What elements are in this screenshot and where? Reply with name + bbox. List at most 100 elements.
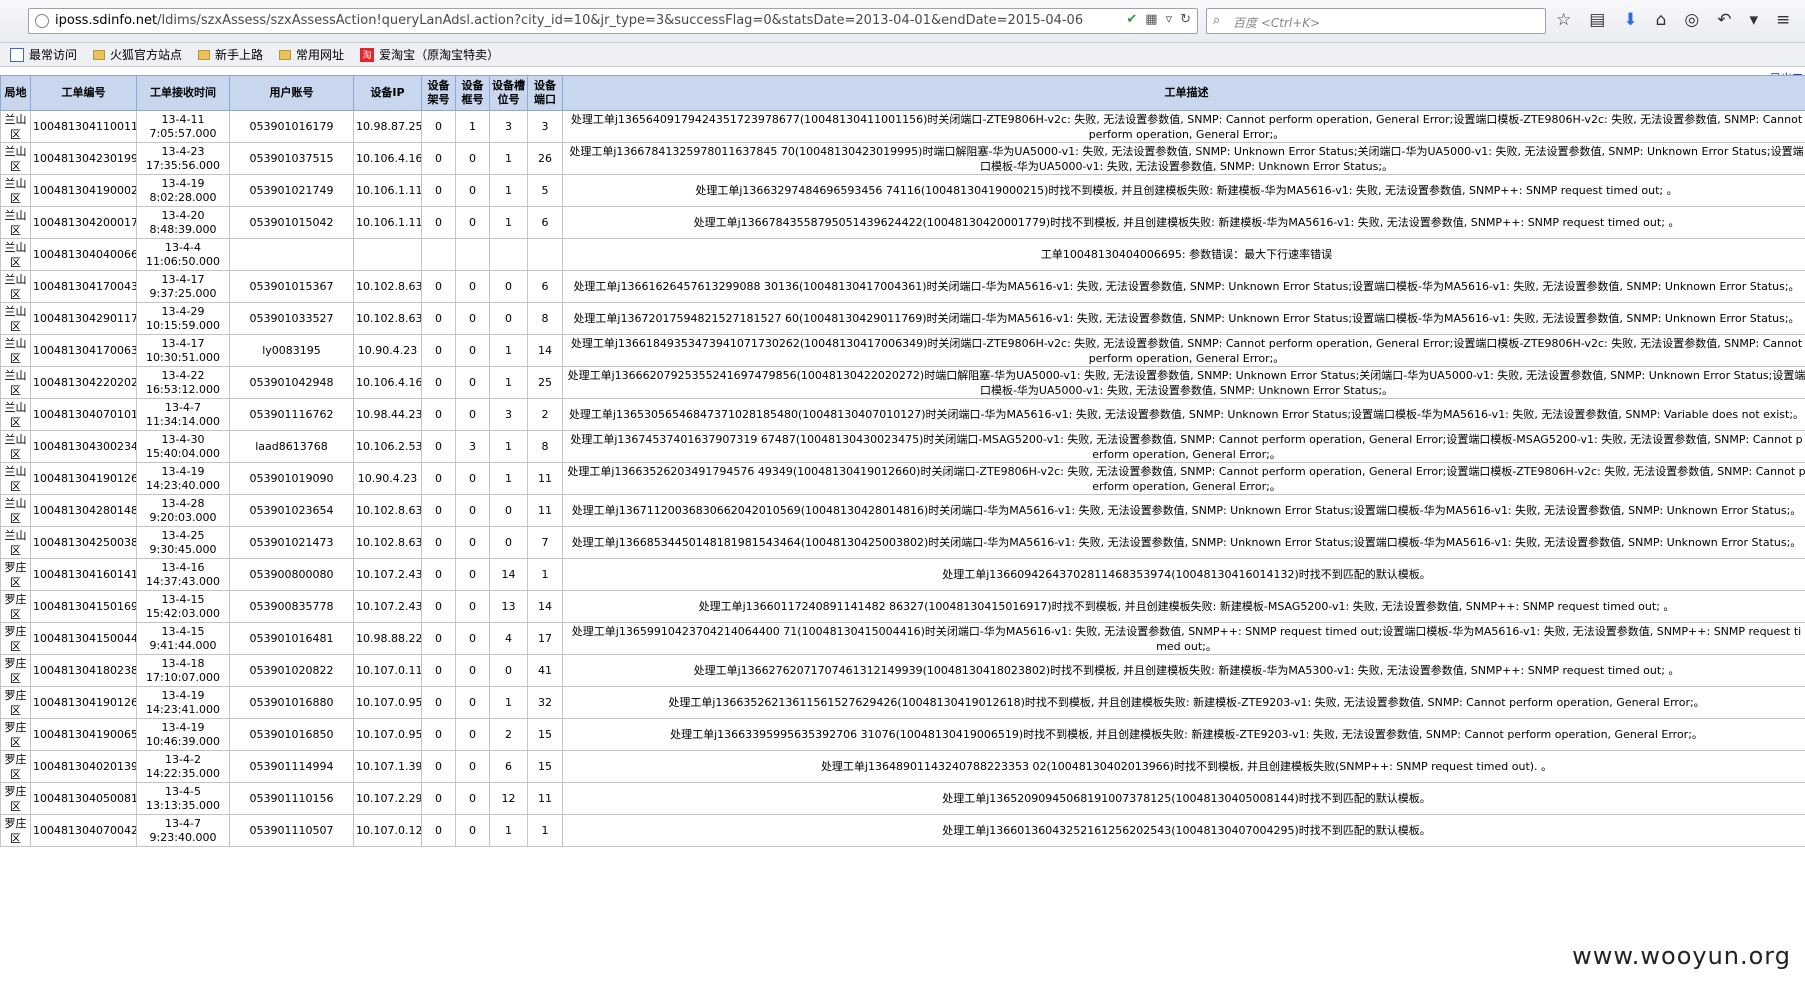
reload-icon[interactable]: ↻ — [1180, 12, 1191, 27]
cell-rack: 0 — [421, 750, 456, 783]
cell-date: 13-4-29 — [161, 304, 205, 318]
cell-clock: 17:35:56.000 — [146, 158, 220, 172]
cell-user-account: 053901033527 — [229, 302, 354, 335]
table-row: 罗庄区1004813041901261813-4-1914:23:41.0000… — [0, 686, 1805, 719]
cell-received-time: 13-4-11 7:05:57.000 — [136, 110, 230, 143]
table-row: 罗庄区1004813040500814413-4-513:13:35.00005… — [0, 782, 1805, 815]
cell-description: 处理工单j13671120036830662042010569(10048130… — [562, 494, 1805, 527]
cell-date: 13-4-20 — [161, 208, 205, 222]
cell-order-id: 10048130411001156 — [30, 110, 137, 143]
table-row: 兰山区1004813042202027213-4-2216:53:12.0000… — [0, 366, 1805, 399]
cell-description: 处理工单j13667841325978011637845 70(10048130… — [562, 142, 1805, 175]
cell-received-time: 13-4-7 9:23:40.000 — [136, 814, 230, 847]
folder-icon — [198, 49, 211, 60]
cell-description: 处理工单j13663297484696593456 74116(10048130… — [562, 174, 1805, 207]
cell-order-id: 10048130430023475 — [30, 430, 137, 463]
cell-slot: 1 — [489, 334, 528, 367]
cell-description: 处理工单j13653056546847371028185480(10048130… — [562, 398, 1805, 431]
cell-frame: 0 — [455, 750, 490, 783]
cell-description: 处理工单j13672017594821527181527 60(10048130… — [562, 302, 1805, 335]
cell-rack: 0 — [421, 622, 456, 655]
search-box[interactable]: ⌕ 百度 <Ctrl+K> — [1206, 8, 1546, 34]
globe-icon — [35, 14, 49, 28]
cell-rack: 0 — [421, 526, 456, 559]
cell-rack: 0 — [421, 718, 456, 751]
cell-date: 13-4-23 — [161, 144, 205, 158]
cell-port: 15 — [527, 750, 563, 783]
cell-slot: 14 — [489, 558, 528, 591]
cell-area: 罗庄区 — [0, 814, 31, 847]
reading-list-icon[interactable]: ▤ — [1589, 10, 1605, 30]
home-icon[interactable]: ⌂ — [1656, 10, 1667, 30]
qrcode-icon[interactable]: ▦ — [1145, 12, 1157, 27]
cell-frame: 0 — [455, 142, 490, 175]
cell-device-ip: 10.106.2.53 — [353, 430, 422, 463]
cell-date: 13-4-7 — [165, 400, 201, 414]
header-received-time: 工单接收时间 — [136, 75, 230, 111]
cell-description: 处理工单j13660942643702811468353974(10048130… — [562, 558, 1805, 591]
cell-user-account: 053901110156 — [229, 782, 354, 815]
cell-received-time: 13-4-19 14:23:41.000 — [136, 686, 230, 719]
cell-date: 13-4-17 — [161, 272, 205, 286]
chat-icon[interactable]: ◎ — [1684, 10, 1699, 30]
cell-area: 罗庄区 — [0, 750, 31, 783]
cell-slot: 0 — [489, 494, 528, 527]
cell-date: 13-4-25 — [161, 528, 205, 542]
cell-order-id: 10048130404006695 — [30, 238, 137, 271]
cell-user-account: 053901015367 — [229, 270, 354, 303]
cell-user-account: 053901019090 — [229, 462, 354, 495]
cell-user-account: 053901037515 — [229, 142, 354, 175]
star-icon[interactable]: ☆ — [1556, 10, 1571, 30]
cell-order-id: 10048130419000215 — [30, 174, 137, 207]
cell-area: 兰山区 — [0, 494, 31, 527]
download-icon[interactable]: ⬇ — [1623, 10, 1637, 30]
cell-slot: 1 — [489, 430, 528, 463]
cell-user-account: 053901020822 — [229, 654, 354, 687]
cell-port: 8 — [527, 302, 563, 335]
cell-clock: 15:40:04.000 — [146, 446, 220, 460]
cell-received-time: 13-4-2 14:22:35.000 — [136, 750, 230, 783]
header-order-id: 工单编号 — [30, 75, 137, 111]
cell-port: 14 — [527, 590, 563, 623]
cell-clock: 9:23:40.000 — [149, 830, 217, 844]
bookmark-getting-started[interactable]: 新手上路 — [192, 46, 269, 63]
address-url[interactable]: iposs.sdinfo.net/ldims/szxAssess/szxAsse… — [55, 13, 1083, 28]
cell-date: 13-4-16 — [161, 560, 205, 574]
dropdown-icon[interactable]: ▿ — [1166, 12, 1173, 27]
cell-frame: 0 — [455, 558, 490, 591]
cell-device-ip: 10.107.0.116 — [353, 654, 422, 687]
cell-received-time: 13-4-18 17:10:07.000 — [136, 654, 230, 687]
cell-description: 处理工单j13648901143240788223353 02(10048130… — [562, 750, 1805, 783]
cell-device-ip: 10.102.8.63 — [353, 302, 422, 335]
bookmark-most-visited[interactable]: 最常访问 — [4, 46, 83, 63]
work-order-table: 局地 工单编号 工单接收时间 用户账号 设备IP 设备架号 设备框号 设备槽位号… — [0, 75, 1805, 847]
cell-date: 13-4-5 — [165, 784, 201, 798]
cell-user-account: laad8613768 — [229, 430, 354, 463]
cell-order-id: 10048130405008144 — [30, 782, 137, 815]
cell-rack: 0 — [421, 142, 456, 175]
cell-rack: 0 — [421, 270, 456, 303]
cell-clock: 11:34:14.000 — [146, 414, 220, 428]
cell-order-id: 10048130417006349 — [30, 334, 137, 367]
cell-rack: 0 — [421, 654, 456, 687]
chevron-down-icon[interactable]: ▾ — [1749, 10, 1758, 30]
shield-icon[interactable]: ✔ — [1126, 12, 1137, 27]
address-bar[interactable]: iposs.sdinfo.net/ldims/szxAssess/szxAsse… — [28, 8, 1198, 34]
menu-icon[interactable]: ≡ — [1776, 10, 1790, 30]
toolbar-buttons: ☆ ▤ ⬇ ⌂ ◎ ↶ ▾ ≡ — [1556, 10, 1790, 30]
bookmark-common-sites[interactable]: 常用网址 — [273, 46, 350, 63]
cell-slot: 0 — [489, 654, 528, 687]
cell-user-account: ly0083195 — [229, 334, 354, 367]
cell-clock: 10:46:39.000 — [146, 734, 220, 748]
cell-received-time: 13-4-7 11:34:14.000 — [136, 398, 230, 431]
table-row: 兰山区1004813042801481613-4-289:20:03.00005… — [0, 494, 1805, 527]
bookmark-aitaobao[interactable]: 淘爱淘宝（原淘宝特卖） — [354, 46, 505, 63]
cell-device-ip: 10.106.4.16 — [353, 142, 422, 175]
cell-user-account: 053901023654 — [229, 494, 354, 527]
cell-date: 13-4-19 — [161, 176, 205, 190]
cell-date: 13-4-11 — [161, 112, 205, 126]
undo-icon[interactable]: ↶ — [1717, 10, 1731, 30]
cell-user-account: 053901015042 — [229, 206, 354, 239]
bookmark-firefox-site[interactable]: 火狐官方站点 — [87, 46, 188, 63]
cell-received-time: 13-4-19 8:02:28.000 — [136, 174, 230, 207]
